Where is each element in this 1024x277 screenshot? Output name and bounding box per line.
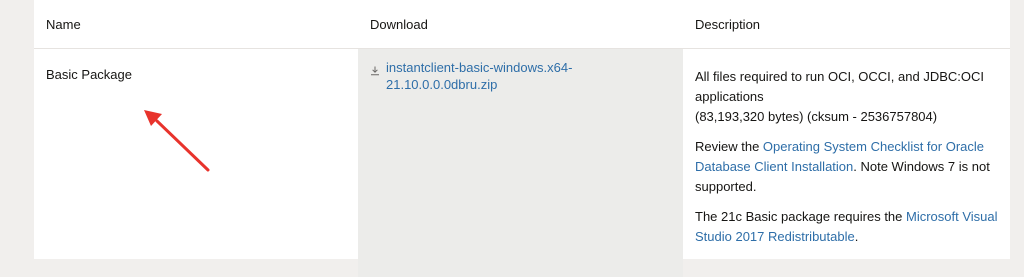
downloads-table: Name Download Description Basic Package … [34,0,1010,277]
description-line1: All files required to run OCI, OCCI, and… [695,69,984,104]
table-row: Basic Package instantclient-basic-window… [34,49,1010,277]
header-name: Name [34,0,358,49]
requires-suffix: . [855,229,859,244]
download-cell: instantclient-basic-windows.x64-21.10.0.… [358,49,683,277]
download-icon [370,63,380,80]
download-link[interactable]: instantclient-basic-windows.x64-21.10.0.… [370,59,671,93]
description-files: All files required to run OCI, OCCI, and… [695,67,998,127]
description-cell: All files required to run OCI, OCCI, and… [683,49,1010,277]
review-prefix: Review the [695,139,763,154]
header-description: Description [683,0,1010,49]
description-review: Review the Operating System Checklist fo… [695,137,998,197]
description-size-checksum: (83,193,320 bytes) (cksum - 2536757804) [695,109,937,124]
downloads-panel: Name Download Description Basic Package … [34,0,1010,259]
table-header-row: Name Download Description [34,0,1010,49]
download-link-text: instantclient-basic-windows.x64-21.10.0.… [386,59,626,93]
header-download: Download [358,0,683,49]
requires-prefix: The 21c Basic package requires the [695,209,906,224]
package-name: Basic Package [34,49,358,277]
description-requirements: The 21c Basic package requires the Micro… [695,207,998,247]
